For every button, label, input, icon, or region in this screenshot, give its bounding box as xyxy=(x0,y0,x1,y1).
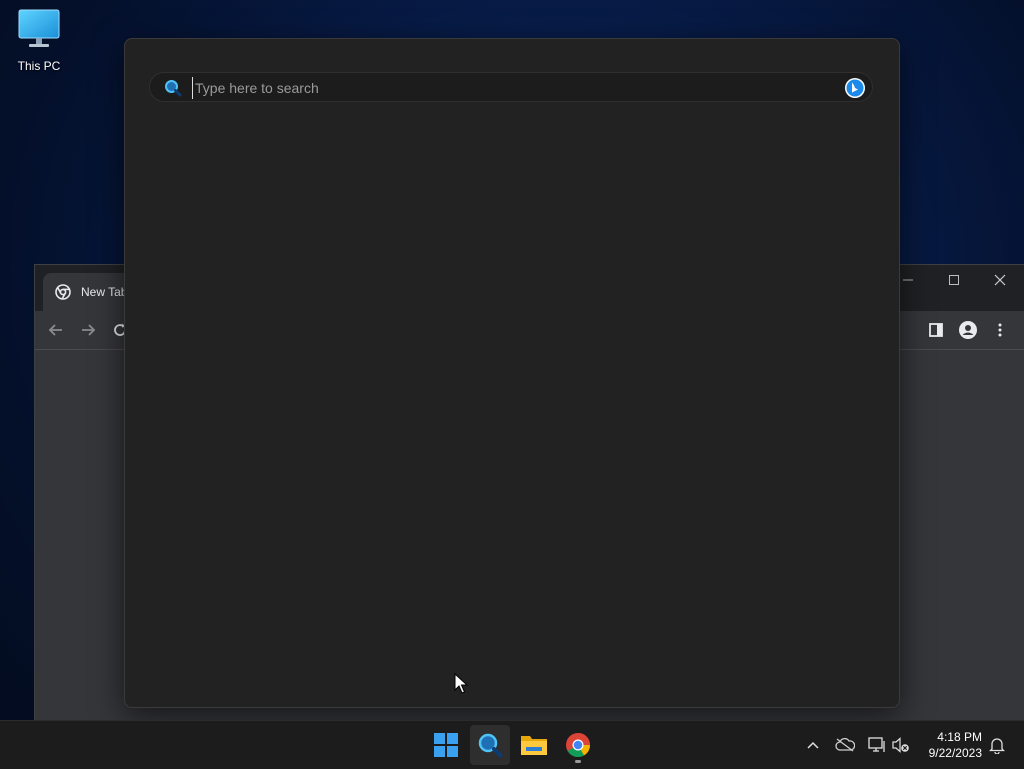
start-button[interactable] xyxy=(426,725,466,765)
clock-time: 4:18 PM xyxy=(937,730,982,744)
clock-date: 9/22/2023 xyxy=(928,746,982,760)
search-icon xyxy=(165,80,182,97)
bell-icon xyxy=(989,738,1005,754)
chrome-icon xyxy=(566,733,590,758)
network-button[interactable] xyxy=(865,733,889,757)
profile-button[interactable] xyxy=(955,317,981,343)
notifications-button[interactable] xyxy=(985,733,1009,757)
search-icon xyxy=(478,733,503,758)
clock[interactable]: 4:18 PM 9/22/2023 xyxy=(929,729,982,761)
start-icon xyxy=(434,733,458,757)
taskbar: 4:18 PM 9/22/2023 xyxy=(0,720,1024,769)
close-icon xyxy=(994,274,1006,286)
volume-button[interactable] xyxy=(889,733,913,757)
forward-button[interactable] xyxy=(75,317,101,343)
bing-icon[interactable] xyxy=(844,77,866,99)
monitor-icon xyxy=(18,9,60,47)
side-panel-button[interactable] xyxy=(923,317,949,343)
maximize-icon xyxy=(949,275,959,285)
forward-arrow-icon xyxy=(82,324,96,336)
taskbar-search-button[interactable] xyxy=(470,725,510,765)
network-icon xyxy=(868,737,885,752)
file-explorer-icon xyxy=(521,736,547,755)
minimize-icon xyxy=(903,279,913,281)
taskbar-chrome[interactable] xyxy=(558,725,598,765)
volume-muted-icon xyxy=(892,737,909,753)
taskbar-file-explorer[interactable] xyxy=(514,725,554,765)
search-box[interactable] xyxy=(149,72,873,102)
kebab-menu-icon xyxy=(998,323,1002,337)
cloud-offline-icon xyxy=(835,738,855,752)
menu-button[interactable] xyxy=(987,317,1013,343)
desktop-icon-this-pc[interactable]: This PC xyxy=(8,8,70,73)
mouse-cursor xyxy=(454,673,468,694)
chrome-tab-title: New Tab xyxy=(81,285,128,299)
chrome-icon xyxy=(55,284,71,300)
onedrive-button[interactable] xyxy=(833,733,857,757)
maximize-button[interactable] xyxy=(931,265,977,295)
close-button[interactable] xyxy=(977,265,1023,295)
running-indicator xyxy=(575,760,581,763)
search-flyout xyxy=(124,38,900,708)
back-arrow-icon xyxy=(48,324,62,336)
search-input[interactable] xyxy=(192,77,797,99)
desktop-icon-label: This PC xyxy=(17,59,61,73)
chevron-up-icon xyxy=(807,741,819,749)
back-button[interactable] xyxy=(43,317,69,343)
side-panel-icon xyxy=(929,323,943,337)
profile-icon xyxy=(959,321,977,339)
show-hidden-icons-button[interactable] xyxy=(801,733,825,757)
